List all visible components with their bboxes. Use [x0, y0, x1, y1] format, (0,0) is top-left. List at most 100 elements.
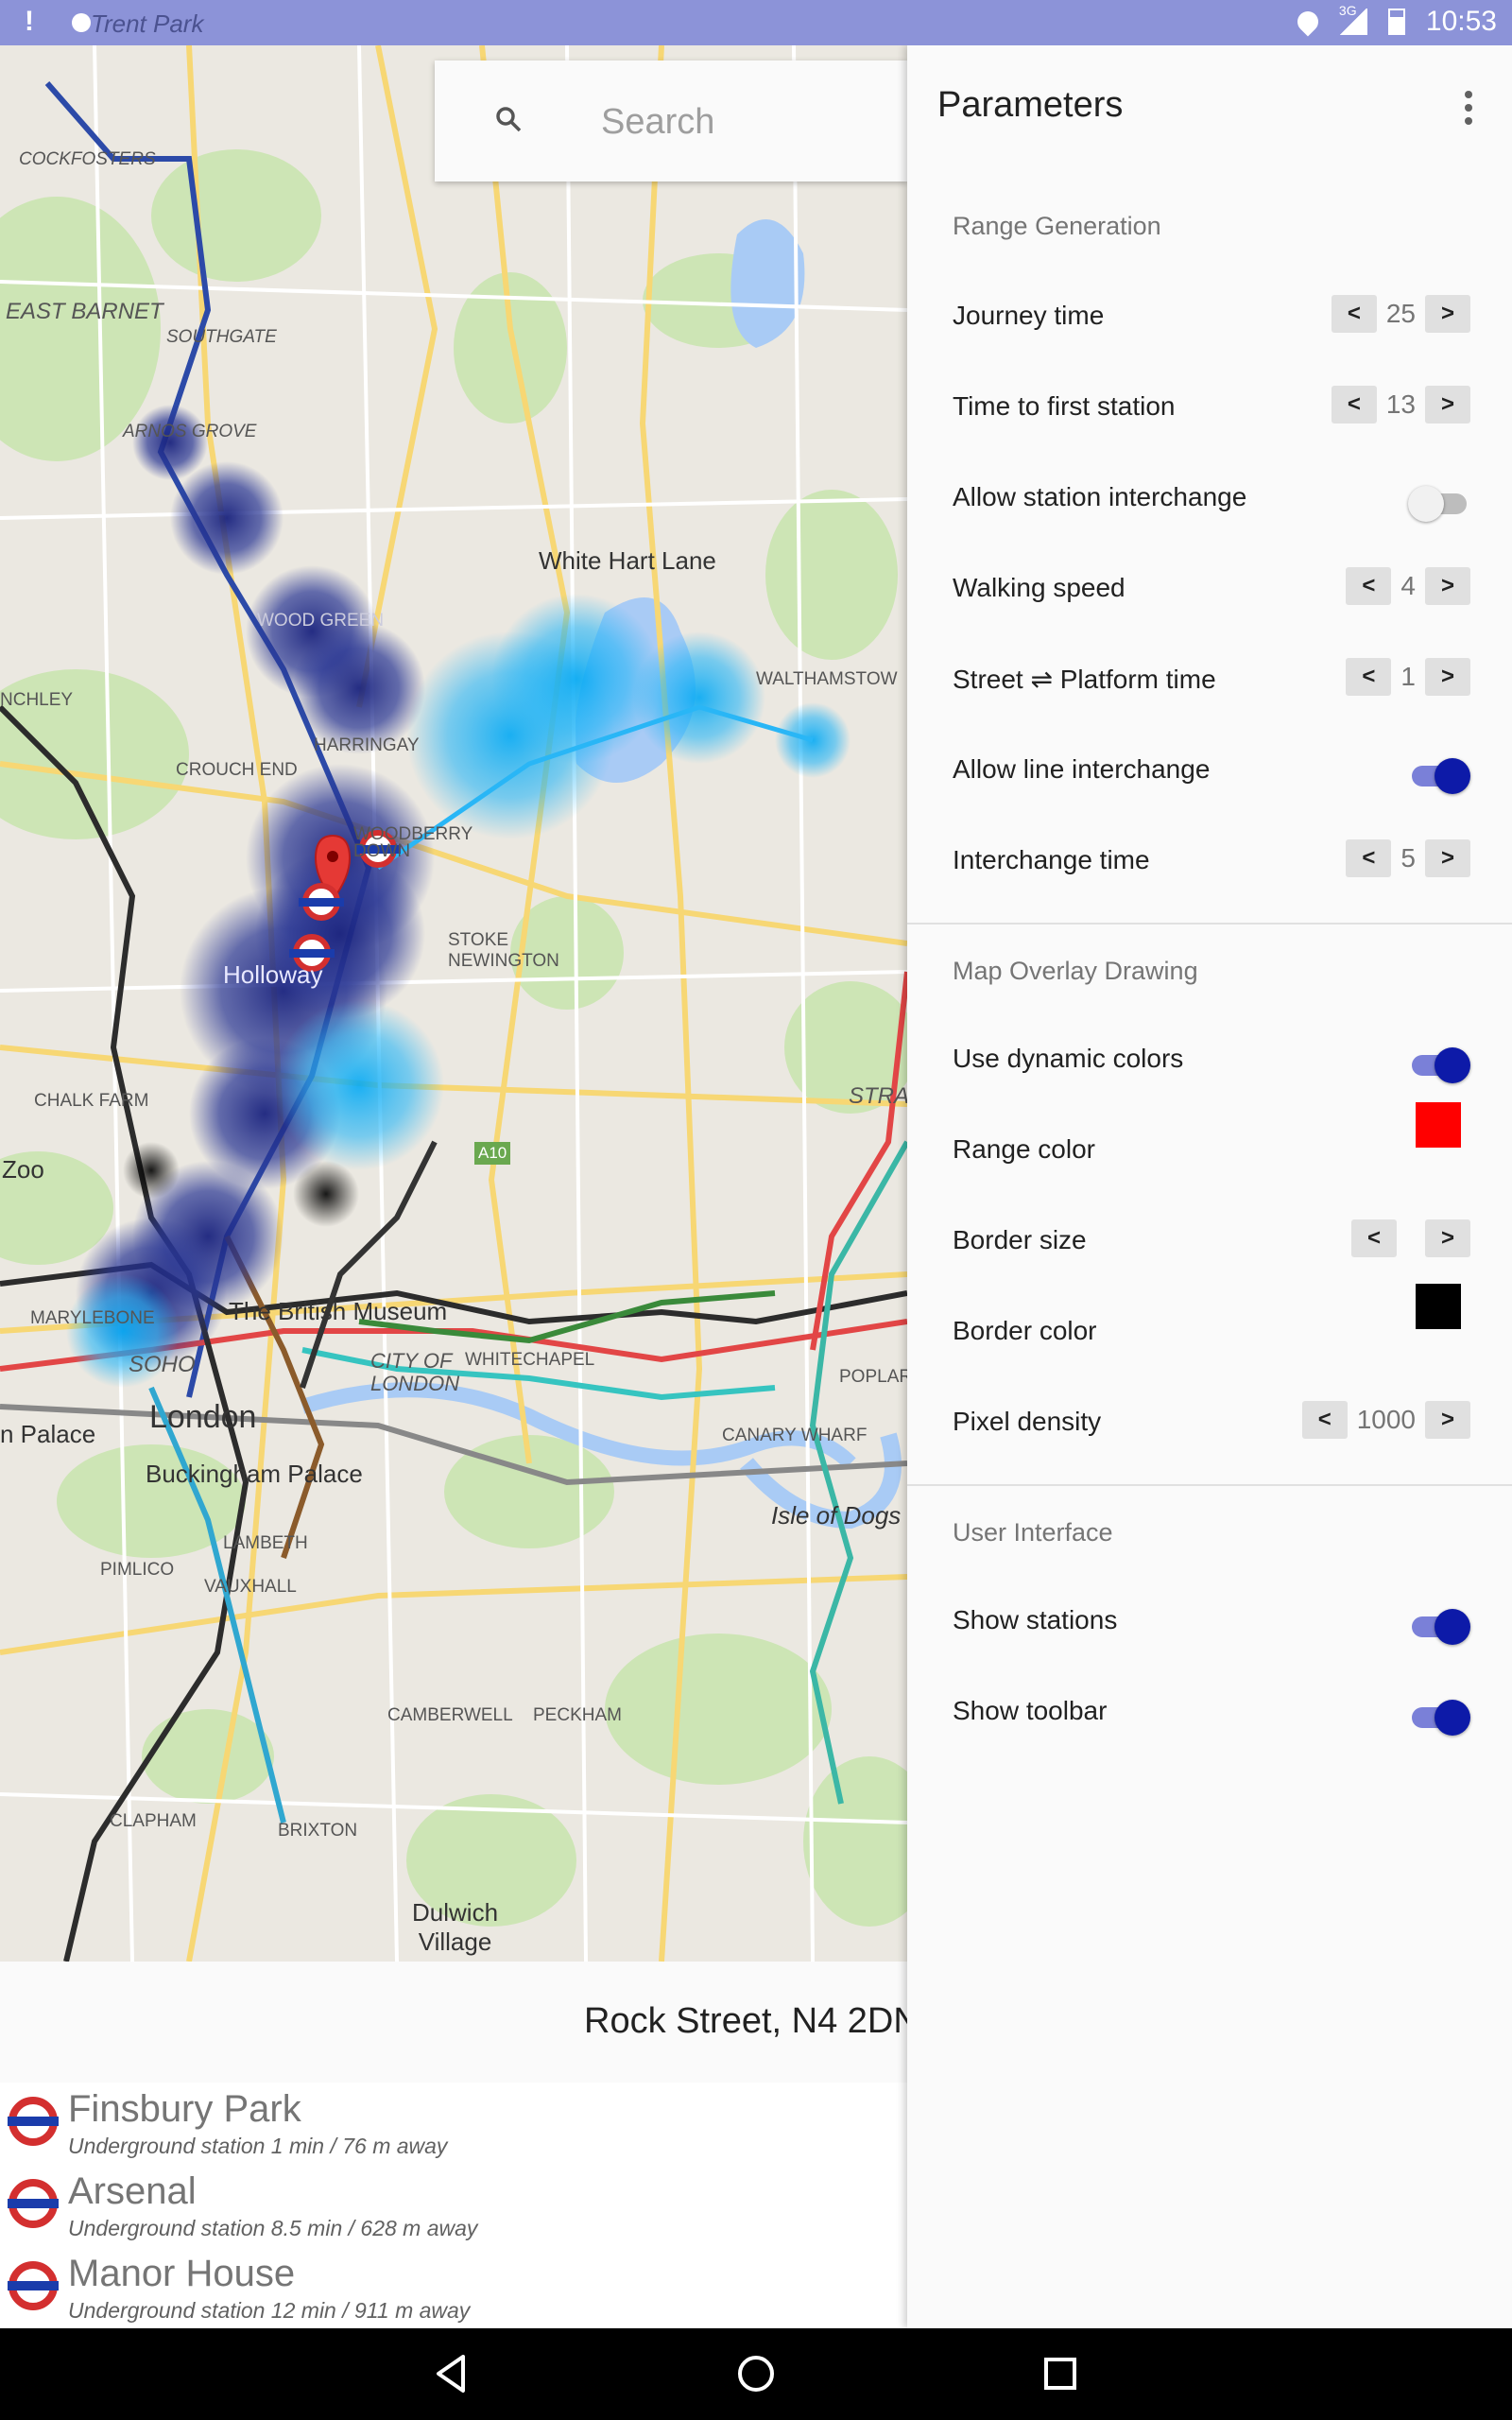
- map-label: WALTHAMSTOW: [756, 669, 898, 689]
- range-overlay: [66, 405, 850, 1388]
- show-toolbar-toggle[interactable]: [1408, 1700, 1470, 1736]
- divider: [907, 1484, 1512, 1486]
- journey-time-stepper: < 25 >: [1331, 295, 1470, 333]
- map-view[interactable]: COCKFOSTERS EAST BARNET SOUTHGATE ARNOS …: [0, 45, 907, 1962]
- map-label: CANARY WHARF: [722, 1426, 868, 1445]
- map-label: VAUXHALL: [204, 1577, 297, 1597]
- map-label: Zoo: [2, 1155, 44, 1184]
- decrement-button[interactable]: <: [1346, 839, 1392, 877]
- stepper-value: 1: [1400, 662, 1416, 691]
- decrement-button[interactable]: <: [1331, 295, 1377, 333]
- allow-line-interchange-toggle[interactable]: [1408, 758, 1470, 794]
- battery-icon: [1387, 9, 1405, 35]
- map-label: Isle of Dogs: [771, 1501, 902, 1530]
- time-first-station-stepper: < 13 >: [1331, 386, 1470, 424]
- overflow-menu-icon[interactable]: [1465, 91, 1474, 127]
- setting-time-to-first-station: Time to first station < 13 >: [953, 363, 1482, 454]
- street-platform-stepper: < 1 >: [1346, 658, 1470, 696]
- decrement-button[interactable]: <: [1346, 658, 1392, 696]
- setting-label: Interchange time: [953, 845, 1150, 874]
- increment-button[interactable]: >: [1425, 658, 1470, 696]
- setting-label: Show stations: [953, 1605, 1118, 1634]
- stepper-value: 25: [1385, 299, 1416, 328]
- map-label: BRIXTON: [278, 1821, 358, 1841]
- decrement-button[interactable]: <: [1301, 1401, 1348, 1439]
- setting-journey-time: Journey time < 25 >: [953, 272, 1482, 363]
- recents-icon[interactable]: [1036, 2349, 1085, 2398]
- map-label: CITY OF LONDON: [370, 1349, 460, 1395]
- underground-roundel-icon: [8, 2261, 59, 2310]
- map-label: n Palace: [0, 1420, 96, 1448]
- setting-label: Allow station interchange: [953, 482, 1247, 511]
- clock: 10:53: [1425, 6, 1497, 37]
- setting-show-toolbar: Show toolbar: [953, 1668, 1482, 1758]
- station-detail: Underground station 1 min / 76 m away: [68, 2134, 448, 2158]
- setting-label: Border color: [953, 1316, 1097, 1345]
- increment-button[interactable]: >: [1425, 295, 1470, 333]
- pixel-density-stepper: < 1000 >: [1301, 1401, 1470, 1439]
- selected-address: Rock Street, N4 2DN: [584, 2001, 919, 2041]
- increment-button[interactable]: >: [1425, 1219, 1470, 1257]
- setting-walking-speed: Walking speed < 4 >: [953, 544, 1482, 635]
- address-bar: Rock Street, N4 2DN: [0, 1962, 919, 2083]
- station-detail: Underground station 12 min / 911 m away: [68, 2298, 471, 2323]
- setting-pixel-density: Pixel density < 1000 >: [953, 1378, 1482, 1469]
- system-nav-bar: [0, 2328, 1512, 2420]
- allow-station-interchange-toggle[interactable]: [1408, 486, 1470, 522]
- map-label: EAST BARNET: [6, 299, 163, 324]
- search-input[interactable]: Search: [601, 102, 714, 143]
- stepper-value: 4: [1400, 571, 1416, 600]
- list-item[interactable]: Arsenal Underground station 8.5 min / 62…: [0, 2165, 907, 2247]
- setting-label: Use dynamic colors: [953, 1044, 1184, 1073]
- stepper-value: 13: [1385, 389, 1416, 419]
- decrement-button[interactable]: <: [1331, 386, 1377, 424]
- use-dynamic-colors-toggle[interactable]: [1408, 1047, 1470, 1083]
- stepper-value: 5: [1400, 843, 1416, 873]
- map-label: CROUCH END: [176, 760, 298, 780]
- location-icon: [1293, 7, 1323, 37]
- setting-border-size: Border size < >: [953, 1197, 1482, 1288]
- map-label: COCKFOSTERS: [19, 149, 156, 169]
- station-name: Arsenal: [68, 2170, 197, 2212]
- decrement-button[interactable]: <: [1351, 1219, 1397, 1257]
- increment-button[interactable]: >: [1425, 567, 1470, 605]
- map-label: CHALK FARM: [34, 1091, 149, 1111]
- map-label: CAMBERWELL: [387, 1705, 513, 1725]
- back-icon[interactable]: [427, 2349, 476, 2398]
- status-place-label: Trent Park: [91, 9, 204, 38]
- parameters-drawer: Parameters Range Generation Journey time…: [907, 45, 1512, 2328]
- decrement-button[interactable]: <: [1346, 567, 1392, 605]
- increment-button[interactable]: >: [1425, 386, 1470, 424]
- increment-button[interactable]: >: [1425, 839, 1470, 877]
- underground-roundel-icon: [8, 2179, 59, 2228]
- setting-label: Walking speed: [953, 573, 1125, 602]
- station-name: Finsbury Park: [68, 2088, 301, 2130]
- map-label: Dulwich Village: [412, 1898, 499, 1956]
- show-stations-toggle[interactable]: [1408, 1609, 1470, 1645]
- search-icon[interactable]: [495, 106, 522, 132]
- home-icon[interactable]: [731, 2349, 781, 2398]
- map-label: STOKE NEWINGTON: [448, 930, 559, 971]
- list-item[interactable]: Manor House Underground station 12 min /…: [0, 2247, 907, 2328]
- status-bar: ! Trent Park 3G 10:53: [0, 0, 1512, 45]
- map-label: White Hart Lane: [539, 546, 716, 575]
- setting-interchange-time: Interchange time < 5 >: [953, 817, 1482, 908]
- range-color-swatch[interactable]: [1416, 1102, 1461, 1148]
- map-label: WOOD GREEN: [257, 611, 385, 631]
- map-label: SOHO: [129, 1352, 196, 1377]
- setting-range-color: Range color: [953, 1102, 1482, 1197]
- map-label: Holloway: [223, 960, 323, 989]
- setting-label: Pixel density: [953, 1407, 1102, 1436]
- station-detail: Underground station 8.5 min / 628 m away: [68, 2216, 478, 2240]
- list-item[interactable]: Finsbury Park Underground station 1 min …: [0, 2083, 907, 2165]
- station-name: Manor House: [68, 2253, 296, 2294]
- setting-allow-line-interchange: Allow line interchange: [953, 726, 1482, 817]
- setting-label: Time to first station: [953, 391, 1176, 421]
- parks: [0, 149, 907, 1927]
- nearby-stations-list[interactable]: Finsbury Park Underground station 1 min …: [0, 2083, 907, 2328]
- search-box[interactable]: Search: [435, 60, 907, 182]
- map-label: LAMBETH: [223, 1533, 308, 1553]
- border-color-swatch[interactable]: [1416, 1284, 1461, 1329]
- section-title: Range Generation: [953, 212, 1161, 240]
- increment-button[interactable]: >: [1425, 1401, 1470, 1439]
